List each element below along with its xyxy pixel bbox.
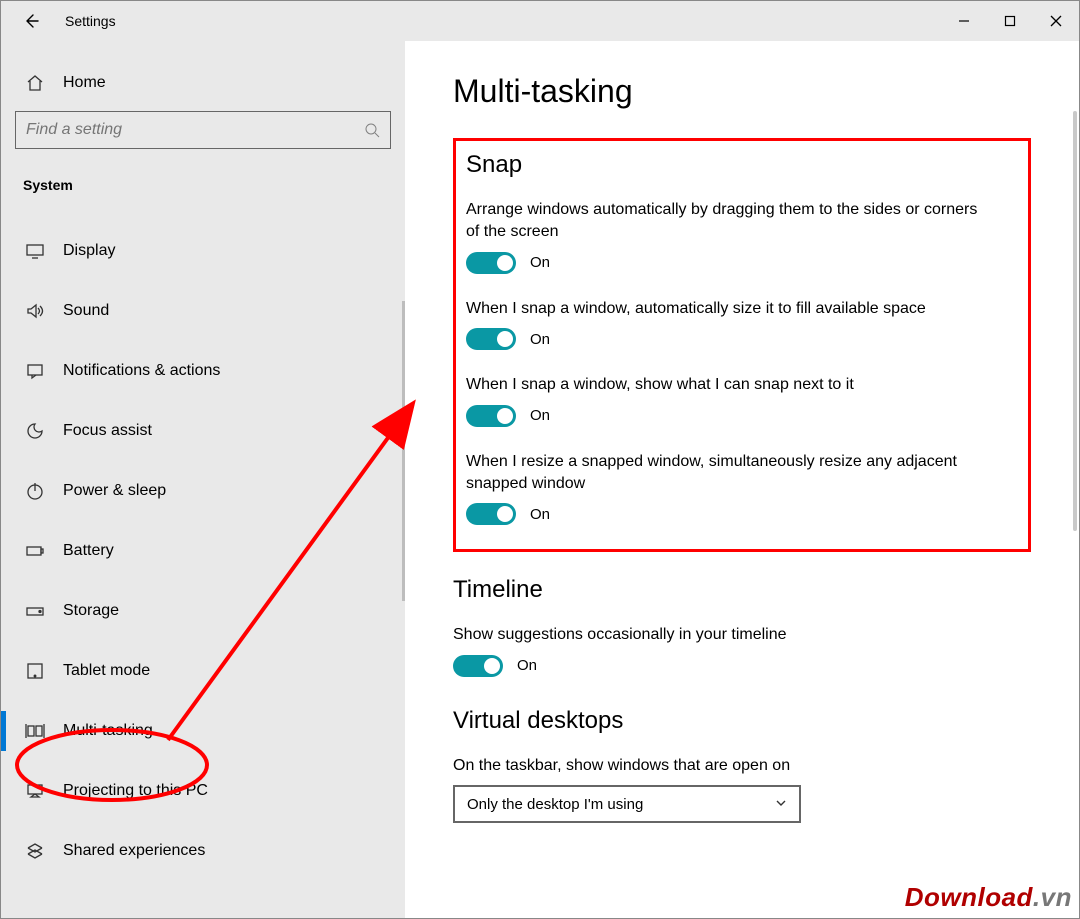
sidebar-item-projecting[interactable]: Projecting to this PC (15, 761, 391, 821)
page-title: Multi-tasking (453, 73, 1031, 110)
snap-toggle-4[interactable] (466, 503, 516, 525)
snap-toggle-2[interactable] (466, 328, 516, 350)
window-title: Settings (65, 13, 116, 29)
sidebar-item-storage[interactable]: Storage (15, 581, 391, 641)
sidebar-item-label: Storage (63, 602, 119, 620)
storage-icon (25, 601, 45, 621)
sidebar-item-multitasking[interactable]: Multi-tasking (15, 701, 391, 761)
multitasking-icon (25, 721, 45, 741)
section-virtual-desktops-title: Virtual desktops (453, 707, 1031, 735)
focus-assist-icon (25, 421, 45, 441)
snap-toggle-3-state: On (530, 407, 550, 424)
sidebar-item-label: Display (63, 242, 115, 260)
battery-icon (25, 541, 45, 561)
sidebar-item-power-sleep[interactable]: Power & sleep (15, 461, 391, 521)
virtual-desktops-dropdown[interactable]: Only the desktop I'm using (453, 785, 801, 823)
annotated-snap-section: Snap Arrange windows automatically by dr… (453, 138, 1031, 552)
tablet-icon (25, 661, 45, 681)
shared-experiences-icon (25, 841, 45, 861)
search-box[interactable] (15, 111, 391, 149)
snap-desc-1: Arrange windows automatically by draggin… (466, 199, 986, 244)
nav-home[interactable]: Home (15, 63, 391, 111)
sidebar-item-label: Battery (63, 542, 114, 560)
sidebar-item-display[interactable]: Display (15, 221, 391, 281)
home-icon (25, 73, 45, 93)
content-scrollbar[interactable] (1073, 111, 1077, 531)
sidebar-item-label: Multi-tasking (63, 722, 153, 740)
snap-toggle-1[interactable] (466, 252, 516, 274)
section-timeline-title: Timeline (453, 576, 1031, 604)
sidebar-item-label: Notifications & actions (63, 362, 220, 380)
sidebar-item-label: Shared experiences (63, 842, 205, 860)
close-button[interactable] (1033, 1, 1079, 41)
sidebar-item-shared-experiences[interactable]: Shared experiences (15, 821, 391, 881)
sound-icon (25, 301, 45, 321)
sidebar-item-label: Focus assist (63, 422, 152, 440)
snap-desc-2: When I snap a window, automatically size… (466, 298, 986, 320)
snap-toggle-2-state: On (530, 331, 550, 348)
minimize-button[interactable] (941, 1, 987, 41)
nav-home-label: Home (63, 74, 106, 92)
notifications-icon (25, 361, 45, 381)
snap-desc-3: When I snap a window, show what I can sn… (466, 374, 986, 396)
snap-desc-4: When I resize a snapped window, simultan… (466, 451, 986, 496)
section-snap-title: Snap (466, 151, 1018, 179)
virtual-desktops-dropdown-label: On the taskbar, show windows that are op… (453, 755, 973, 777)
sidebar-group-label: System (15, 171, 391, 203)
titlebar: Settings (1, 1, 1079, 41)
maximize-button[interactable] (987, 1, 1033, 41)
timeline-toggle[interactable] (453, 655, 503, 677)
sidebar-item-label: Projecting to this PC (63, 782, 208, 800)
snap-toggle-3[interactable] (466, 405, 516, 427)
timeline-desc: Show suggestions occasionally in your ti… (453, 624, 973, 646)
timeline-toggle-state: On (517, 657, 537, 674)
sidebar-item-notifications[interactable]: Notifications & actions (15, 341, 391, 401)
sidebar-item-tablet-mode[interactable]: Tablet mode (15, 641, 391, 701)
sidebar-item-battery[interactable]: Battery (15, 521, 391, 581)
power-icon (25, 481, 45, 501)
projecting-icon (25, 781, 45, 801)
back-button[interactable] (17, 7, 45, 35)
display-icon (25, 241, 45, 261)
snap-toggle-1-state: On (530, 254, 550, 271)
snap-toggle-4-state: On (530, 506, 550, 523)
chevron-down-icon (775, 796, 787, 813)
dropdown-value: Only the desktop I'm using (467, 796, 643, 813)
sidebar-item-label: Power & sleep (63, 482, 166, 500)
sidebar-item-focus-assist[interactable]: Focus assist (15, 401, 391, 461)
sidebar-item-label: Sound (63, 302, 109, 320)
sidebar-item-label: Tablet mode (63, 662, 150, 680)
search-icon (364, 122, 380, 138)
sidebar-item-sound[interactable]: Sound (15, 281, 391, 341)
sidebar: Home System Display Sound (1, 41, 405, 918)
search-input[interactable] (26, 121, 364, 139)
content-pane: Multi-tasking Snap Arrange windows autom… (405, 41, 1079, 918)
